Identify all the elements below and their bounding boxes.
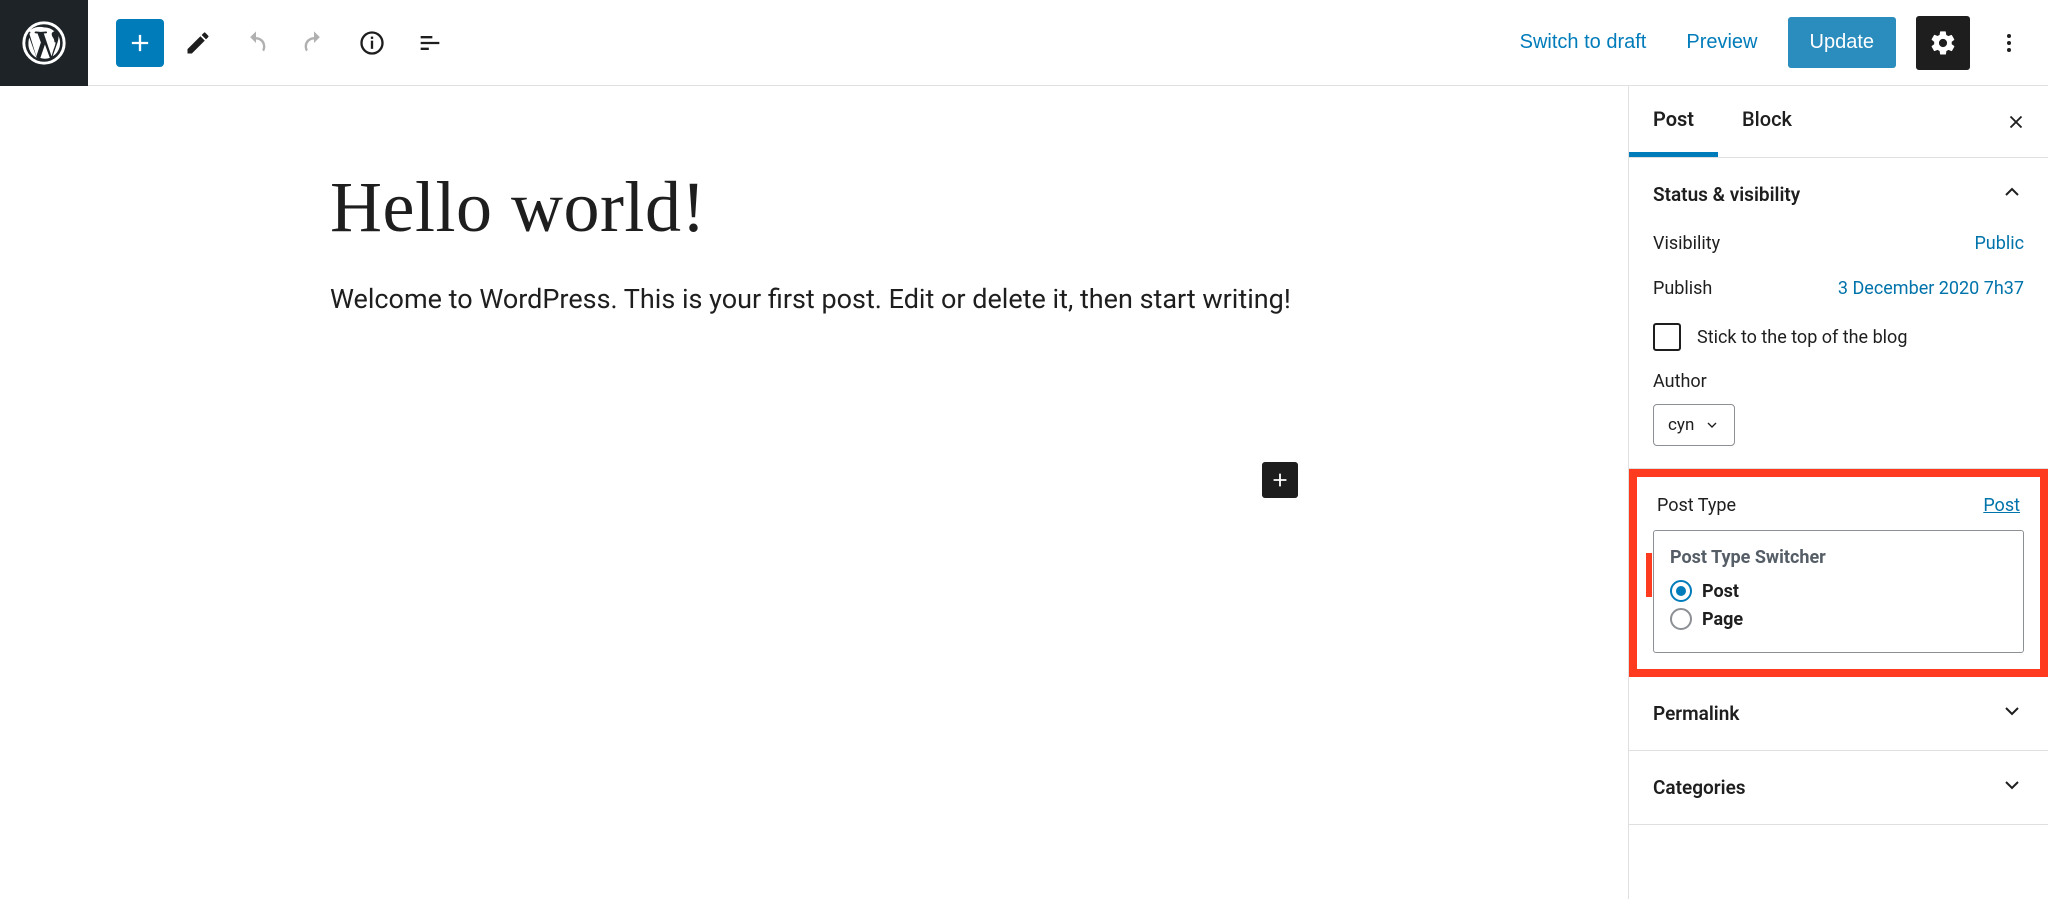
edit-mode-button[interactable] [174,19,222,67]
visibility-value[interactable]: Public [1974,233,2024,254]
wordpress-logo[interactable] [0,0,88,86]
undo-icon [242,29,270,57]
post-body-paragraph[interactable]: Welcome to WordPress. This is your first… [330,279,1330,320]
sidebar-tabs: Post Block [1629,86,2048,158]
preview-button[interactable]: Preview [1676,23,1767,62]
stick-to-top-checkbox[interactable] [1653,323,1681,351]
outline-button[interactable] [406,19,454,67]
panel-heading: Categories [1653,776,1746,799]
post-type-option-page[interactable]: Page [1670,608,2007,630]
toolbar-left-group [88,19,454,67]
publish-label: Publish [1653,278,1712,299]
editor-top-toolbar: Switch to draft Preview Update [0,0,2048,86]
post-type-switcher-title: Post Type Switcher [1670,547,2007,568]
more-options-button[interactable] [1990,16,2028,70]
publish-value[interactable]: 3 December 2020 7h37 [1838,278,2024,299]
visibility-label: Visibility [1653,233,1720,254]
panel-heading: Permalink [1653,702,1739,725]
block-inserter-button[interactable] [1262,462,1298,498]
settings-sidebar: Post Block Status & visibility Visibilit… [1629,86,2048,899]
panel-permalink-header[interactable]: Permalink [1653,699,2024,728]
panel-categories: Categories [1629,751,2048,825]
pencil-icon [184,29,212,57]
redo-button[interactable] [290,19,338,67]
post-type-option-post-label: Post [1702,581,1739,602]
tab-block[interactable]: Block [1718,86,1816,157]
post-type-heading: Post Type [1657,495,1736,516]
panel-status-visibility-header[interactable]: Status & visibility [1653,180,2024,209]
chevron-down-icon [2000,699,2024,728]
author-select-value: cyn [1668,415,1694,435]
outline-icon [416,29,444,57]
post-type-option-page-label: Page [1702,609,1743,630]
radio-unchecked-icon [1670,608,1692,630]
close-icon [2005,111,2027,133]
plus-icon [1269,469,1291,491]
wordpress-icon [22,21,66,65]
chevron-down-icon [1704,417,1720,433]
post-title[interactable]: Hello world! [330,166,1628,249]
switch-to-draft-button[interactable]: Switch to draft [1510,23,1657,62]
post-type-switcher-box: Post Type Switcher Post Page [1653,530,2024,653]
undo-button[interactable] [232,19,280,67]
panel-post-type-highlighted: Post Type Post Post Type Switcher Post P… [1629,469,2048,677]
gear-icon [1929,29,1957,57]
info-button[interactable] [348,19,396,67]
highlight-marker [1646,553,1652,597]
stick-to-top-label: Stick to the top of the blog [1697,327,1907,348]
post-type-option-post[interactable]: Post [1670,580,2007,602]
info-icon [358,29,386,57]
author-select[interactable]: cyn [1653,404,1735,446]
editor-canvas[interactable]: Hello world! Welcome to WordPress. This … [0,86,1629,899]
kebab-icon [1997,31,2021,55]
panel-permalink: Permalink [1629,677,2048,751]
author-label: Author [1653,371,2024,392]
chevron-up-icon [2000,180,2024,209]
close-sidebar-button[interactable] [1996,102,2036,142]
plus-icon [126,29,154,57]
chevron-down-icon [2000,773,2024,802]
toolbar-right-group: Switch to draft Preview Update [1510,16,2048,70]
add-block-button[interactable] [116,19,164,67]
redo-icon [300,29,328,57]
editor-main: Hello world! Welcome to WordPress. This … [0,86,2048,899]
radio-checked-icon [1670,580,1692,602]
panel-categories-header[interactable]: Categories [1653,773,2024,802]
panel-heading: Status & visibility [1653,183,1800,206]
post-type-current-link[interactable]: Post [1983,495,2020,516]
settings-button[interactable] [1916,16,1970,70]
panel-status-visibility: Status & visibility Visibility Public Pu… [1629,158,2048,469]
update-button[interactable]: Update [1788,17,1897,68]
tab-post[interactable]: Post [1629,86,1718,157]
